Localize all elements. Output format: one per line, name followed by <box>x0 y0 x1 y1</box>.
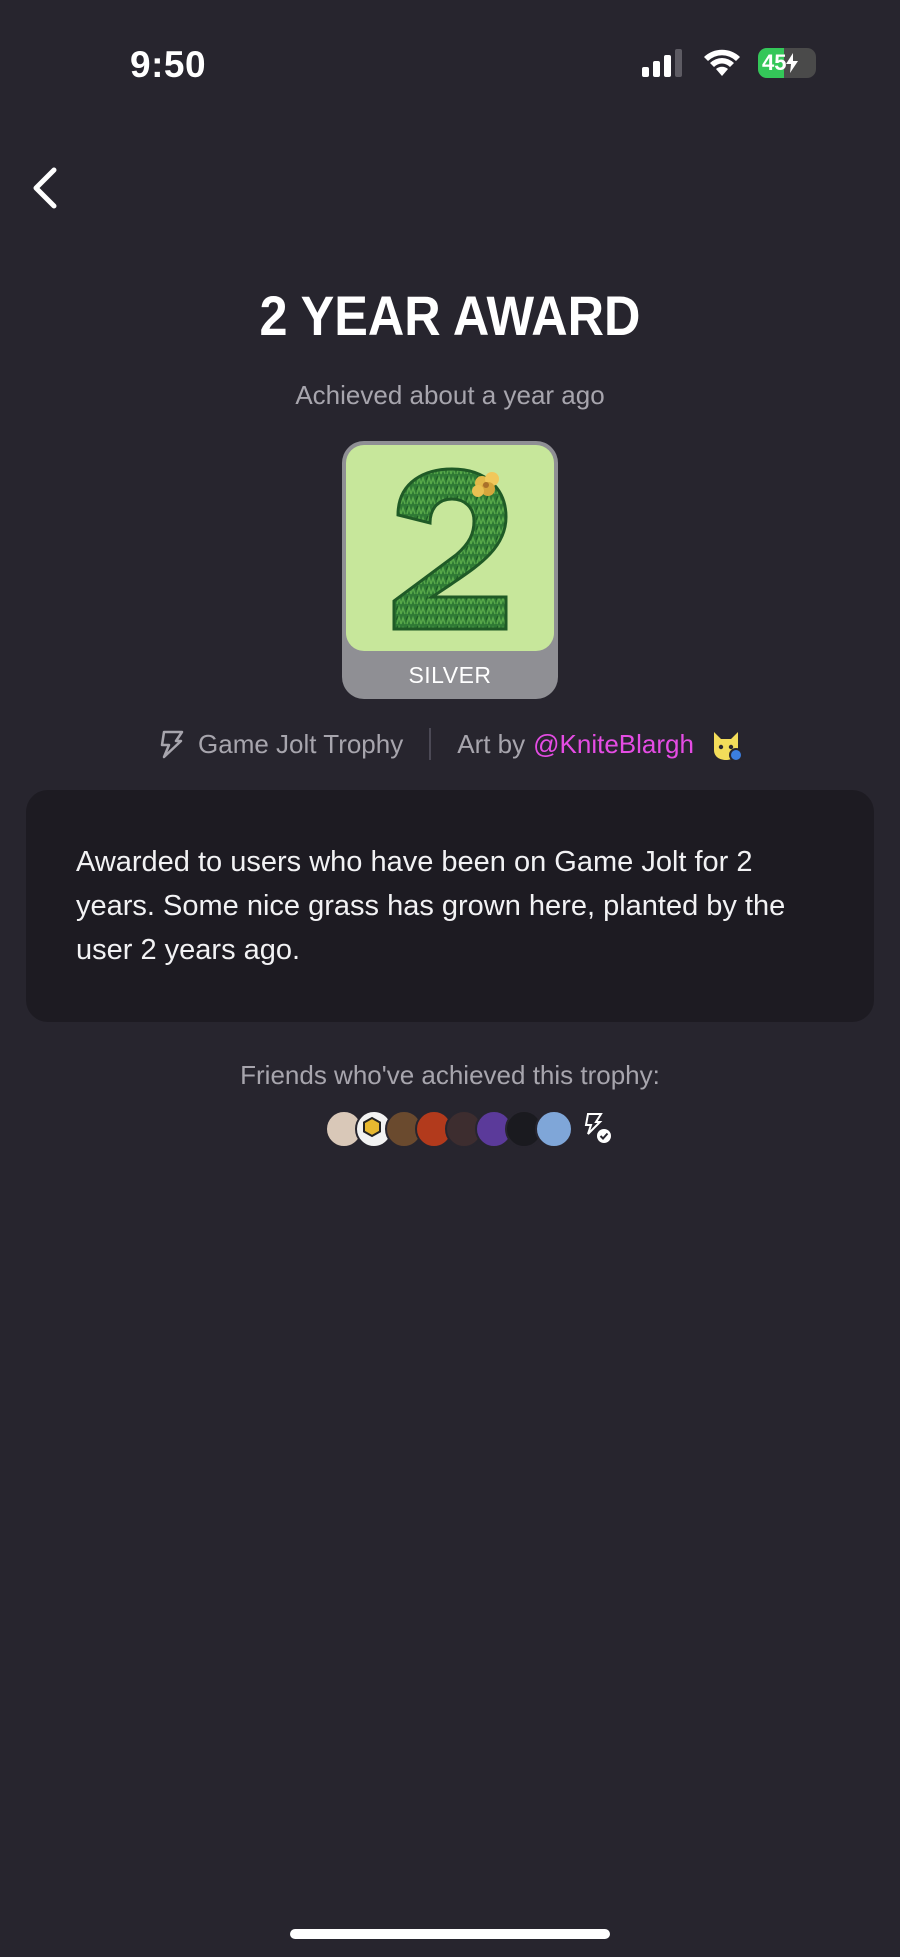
meta-divider <box>429 728 432 760</box>
battery-indicator: 45 <box>758 48 816 78</box>
hexagon-icon <box>363 1116 381 1138</box>
grass-number-two-image <box>392 467 508 631</box>
art-by-label: Art by <box>457 728 526 759</box>
battery-level: 45 <box>762 50 787 75</box>
trophy-tier-label: SILVER <box>408 662 492 688</box>
cellular-signal-icon <box>642 49 682 77</box>
status-icons: 45 <box>642 48 816 78</box>
trophy-image <box>346 445 554 651</box>
game-jolt-bolt-icon <box>160 730 184 759</box>
charging-bolt-icon <box>786 53 799 73</box>
wifi-icon <box>704 49 740 76</box>
friends-label: Friends who've achieved this trophy: <box>240 1060 660 1090</box>
achieved-time: Achieved about a year ago <box>295 380 605 410</box>
description-card: Awarded to users who have been on Game J… <box>26 790 874 1022</box>
trophy-meta-row: Game Jolt Trophy Art by @KniteBlargh <box>0 726 900 762</box>
trophy-card: SILVER <box>342 441 558 699</box>
trophy-title: 2 YEAR AWARD <box>259 284 641 347</box>
status-time: 9:50 <box>130 44 207 85</box>
artist-avatar[interactable] <box>708 726 744 762</box>
back-button[interactable] <box>26 164 66 212</box>
artist-link[interactable]: @KniteBlargh <box>533 729 694 760</box>
trophy-source: Game Jolt Trophy <box>198 728 404 759</box>
chevron-left-icon <box>33 167 57 209</box>
verified-bolt-icon <box>584 1113 611 1143</box>
home-indicator <box>290 1929 610 1939</box>
status-bar: 9:50 45 <box>0 0 900 130</box>
trophy-description: Awarded to users who have been on Game J… <box>76 846 786 966</box>
friend-avatar[interactable] <box>535 1110 573 1148</box>
friends-avatar-row[interactable] <box>325 1110 615 1148</box>
